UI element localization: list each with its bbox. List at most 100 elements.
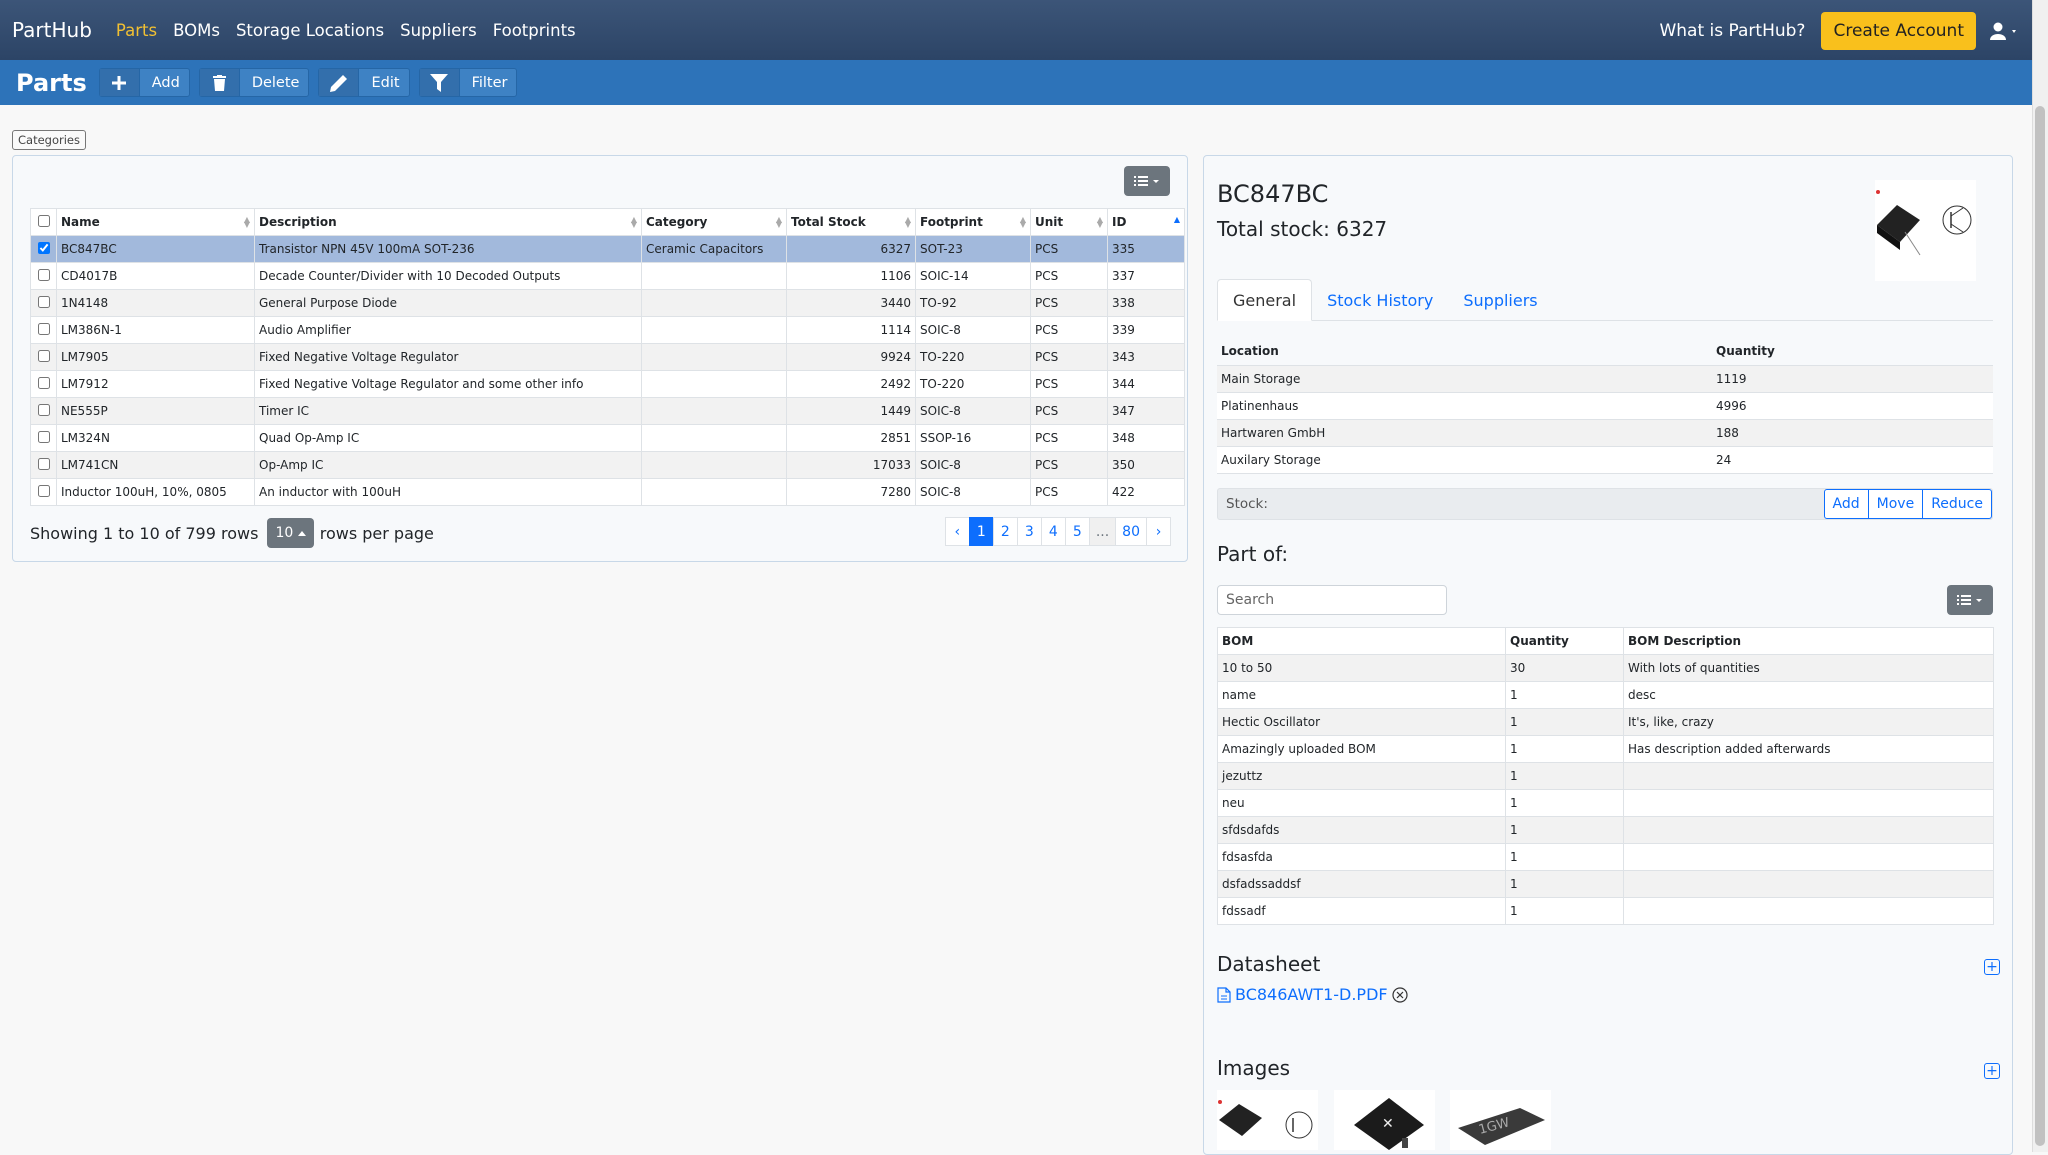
tab-general[interactable]: General: [1217, 279, 1313, 321]
table-row[interactable]: LM7912 Fixed Negative Voltage Regulator a…: [30, 370, 1185, 398]
page-link[interactable]: 3: [1016, 517, 1042, 546]
columns-toggle-button[interactable]: [1124, 166, 1170, 196]
table-row[interactable]: LM324N Quad Op-Amp IC 2851 SSOP-16 PCS 348: [30, 424, 1185, 452]
row-select-cell: [30, 343, 57, 371]
nav-boms[interactable]: BOMs: [173, 21, 220, 40]
bom-row[interactable]: fdssadf 1: [1217, 897, 1994, 925]
row-checkbox[interactable]: [37, 403, 50, 416]
table-row[interactable]: CD4017B Decade Counter/Divider with 10 De…: [30, 262, 1185, 290]
nav-parts[interactable]: Parts: [116, 21, 157, 40]
stock-reduce-button[interactable]: Reduce: [1922, 489, 1992, 519]
page-link[interactable]: 2: [992, 517, 1018, 546]
page-link[interactable]: 1: [968, 517, 994, 546]
page-scrollbar[interactable]: [2032, 0, 2048, 1152]
bom-row[interactable]: 10 to 50 30 With lots of quantities: [1217, 654, 1994, 682]
bom-row[interactable]: sfdsdafds 1: [1217, 816, 1994, 844]
user-menu-icon[interactable]: [1990, 22, 2020, 40]
page-link[interactable]: 80: [1115, 517, 1147, 546]
tab-stock-history[interactable]: Stock History: [1312, 279, 1448, 321]
table-row[interactable]: NE555P Timer IC 1449 SOIC-8 PCS 347: [30, 397, 1185, 425]
tab-suppliers[interactable]: Suppliers: [1448, 279, 1552, 321]
row-checkbox[interactable]: [37, 457, 50, 470]
table-row[interactable]: 1N4148 General Purpose Diode 3440 TO-92 PCS 3…: [30, 289, 1185, 317]
bom-row[interactable]: jezuttz 1: [1217, 762, 1994, 790]
col-bom[interactable]: BOM: [1217, 627, 1506, 655]
select-all-checkbox[interactable]: [37, 214, 50, 227]
row-checkbox[interactable]: [37, 349, 50, 362]
bom-description: Has description added afterwards: [1623, 735, 1994, 763]
row-checkbox[interactable]: [37, 241, 50, 254]
bom-row[interactable]: Amazingly uploaded BOM 1 Has description a…: [1217, 735, 1994, 763]
table-row[interactable]: LM741CN Op-Amp IC 17033 SOIC-8 PCS 350: [30, 451, 1185, 479]
bom-row[interactable]: Hectic Oscillator 1 It's, like, crazy: [1217, 708, 1994, 736]
page-link[interactable]: 5: [1064, 517, 1090, 546]
cell-description: Timer IC: [254, 397, 642, 425]
bom-quantity: 1: [1505, 789, 1624, 817]
row-select-cell: [30, 397, 57, 425]
create-account-button[interactable]: Create Account: [1821, 12, 1976, 50]
row-checkbox[interactable]: [37, 484, 50, 497]
cell-footprint: SOIC-8: [915, 397, 1031, 425]
scrollbar-thumb[interactable]: [2035, 106, 2045, 1146]
col-total-stock[interactable]: Total Stock ▲ ▼: [786, 208, 916, 236]
table-row[interactable]: LM386N-1 Audio Amplifier 1114 SOIC-8 PCS 339: [30, 316, 1185, 344]
stock-add-button[interactable]: Add: [1823, 489, 1869, 519]
col-id[interactable]: ID ▲: [1107, 208, 1185, 236]
nav-storage-locations[interactable]: Storage Locations: [236, 21, 384, 40]
row-checkbox[interactable]: [37, 430, 50, 443]
table-row[interactable]: Inductor 100uH, 10%, 0805 An inductor wit…: [30, 478, 1185, 506]
bom-row[interactable]: dsfadssaddsf 1: [1217, 870, 1994, 898]
plus-icon: [99, 69, 140, 96]
location-quantity: 1119: [1712, 364, 1993, 393]
bom-name: neu: [1217, 789, 1506, 817]
nav-footprints[interactable]: Footprints: [493, 21, 576, 40]
stock-locations-table: Location Quantity Main Storage 1119 Platin…: [1217, 338, 1993, 474]
bom-search-input[interactable]: Search: [1217, 585, 1447, 615]
table-row[interactable]: LM7905 Fixed Negative Voltage Regulator 99…: [30, 343, 1185, 371]
page-link[interactable]: ‹: [944, 517, 970, 546]
add-image-button[interactable]: +: [1984, 1063, 2000, 1079]
datasheet-heading: Datasheet: [1217, 952, 1321, 976]
delete-part-button[interactable]: Delete: [198, 68, 310, 97]
add-part-button[interactable]: Add: [98, 68, 190, 97]
col-bom-quantity[interactable]: Quantity: [1505, 627, 1624, 655]
col-name[interactable]: Name ▲ ▼: [56, 208, 255, 236]
col-description[interactable]: Description ▲ ▼: [254, 208, 642, 236]
cell-unit: PCS: [1030, 289, 1108, 317]
bom-quantity: 1: [1505, 843, 1624, 871]
part-image-3[interactable]: 1GW: [1450, 1090, 1551, 1150]
part-image-1[interactable]: [1217, 1090, 1318, 1150]
col-bom-description[interactable]: BOM Description: [1623, 627, 1994, 655]
stock-move-button[interactable]: Move: [1867, 489, 1924, 519]
part-of-heading: Part of:: [1217, 542, 1289, 566]
rows-per-page-dropdown[interactable]: 10: [267, 518, 314, 548]
bom-columns-toggle-button[interactable]: [1947, 585, 1993, 615]
bom-row[interactable]: neu 1: [1217, 789, 1994, 817]
page-link[interactable]: 4: [1040, 517, 1066, 546]
nav-suppliers[interactable]: Suppliers: [400, 21, 477, 40]
datasheet-filename[interactable]: BC846AWT1-D.PDF: [1235, 985, 1388, 1004]
add-datasheet-button[interactable]: +: [1984, 959, 2000, 975]
col-footprint[interactable]: Footprint ▲ ▼: [915, 208, 1031, 236]
col-unit[interactable]: Unit ▲ ▼: [1030, 208, 1108, 236]
part-image-2[interactable]: ✕: [1334, 1090, 1435, 1150]
table-row[interactable]: BC847BC Transistor NPN 45V 100mA SOT-236 C…: [30, 235, 1185, 263]
row-checkbox[interactable]: [37, 295, 50, 308]
edit-part-button[interactable]: Edit: [318, 68, 410, 97]
row-checkbox[interactable]: [37, 376, 50, 389]
bom-row[interactable]: name 1 desc: [1217, 681, 1994, 709]
row-checkbox[interactable]: [37, 322, 50, 335]
what-is-parthub-link[interactable]: What is PartHub?: [1659, 21, 1805, 41]
filter-button[interactable]: Filter: [418, 68, 518, 97]
col-category[interactable]: Category ▲ ▼: [641, 208, 787, 236]
page-link[interactable]: ›: [1146, 517, 1171, 546]
categories-button[interactable]: Categories: [12, 130, 86, 150]
pencil-icon: [319, 69, 360, 96]
datasheet-link[interactable]: BC846AWT1-D.PDF: [1217, 985, 1409, 1004]
bom-row[interactable]: fdsasfda 1: [1217, 843, 1994, 871]
row-checkbox[interactable]: [37, 268, 50, 281]
remove-datasheet-icon[interactable]: [1391, 986, 1409, 1004]
page-link[interactable]: ...: [1088, 517, 1117, 546]
brand-logo[interactable]: PartHub: [12, 18, 92, 42]
part-thumbnail[interactable]: [1875, 180, 1976, 281]
